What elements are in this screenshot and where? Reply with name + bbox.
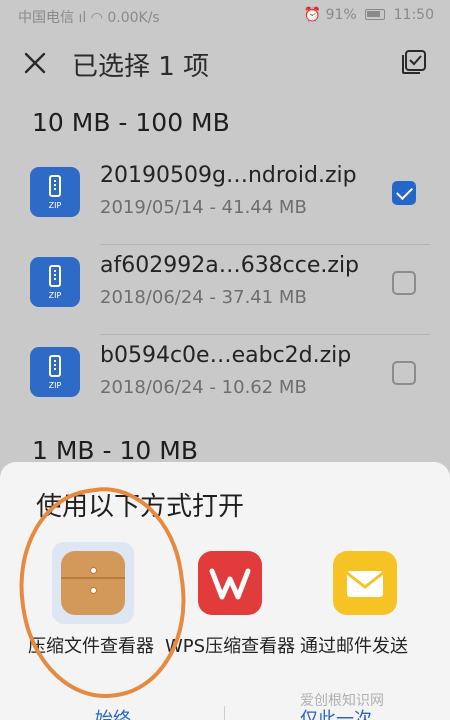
app-bar: 已选择 1 项 (0, 36, 450, 92)
wifi-icon: ◠ (90, 10, 103, 26)
file-checkbox[interactable] (392, 271, 416, 295)
close-icon[interactable] (20, 48, 50, 78)
zip-file-icon: ZIP (30, 167, 80, 217)
zip-label: ZIP (48, 291, 62, 300)
select-all-icon[interactable] (398, 46, 430, 78)
file-name: b0594c0e…eabc2d.zip (100, 343, 352, 368)
zip-label: ZIP (48, 381, 62, 390)
app-icon-wrap (324, 542, 406, 624)
always-button[interactable]: 始终 (95, 705, 131, 720)
file-row[interactable]: ZIP b0594c0e…eabc2d.zip 2018/06/24 - 10.… (0, 335, 450, 425)
file-meta: 2018/06/24 - 37.41 MB (100, 287, 307, 308)
status-left: 中国电信 ıl ◠ 0.00K/s (18, 7, 160, 27)
mail-icon (333, 551, 397, 615)
file-row[interactable]: ZIP 20190509g…ndroid.zip 2019/05/14 - 41… (0, 155, 450, 245)
file-meta: 2019/05/14 - 41.44 MB (100, 197, 307, 218)
file-checkbox[interactable] (392, 361, 416, 385)
wps-icon (198, 551, 262, 615)
group-header-1-10mb: 1 MB - 10 MB (32, 436, 198, 465)
group-header-10-100mb: 10 MB - 100 MB (32, 108, 230, 137)
alarm-icon: ⏰ (303, 7, 322, 23)
network-speed: 0.00K/s (107, 10, 160, 26)
app-label: WPS压缩查看器 (165, 636, 296, 657)
file-meta: 2018/06/24 - 10.62 MB (100, 377, 307, 398)
file-name: 20190509g…ndroid.zip (100, 163, 357, 188)
zip-file-icon: ZIP (30, 257, 80, 307)
file-name: af602992a…638cce.zip (100, 253, 360, 278)
carrier-label: 中国电信 (18, 10, 74, 26)
watermark-text: 爱创根知识网 (300, 693, 384, 709)
zip-label: ZIP (48, 201, 62, 210)
button-divider (224, 706, 225, 720)
app-label: 通过邮件发送 (300, 636, 408, 657)
status-right: ⏰ 91% 11:50 (304, 7, 434, 23)
file-row[interactable]: ZIP af602992a…638cce.zip 2018/06/24 - 37… (0, 245, 450, 335)
battery-percent: 91% (325, 7, 357, 23)
send-via-email[interactable]: 通过邮件发送 (300, 542, 430, 692)
zip-file-icon: ZIP (30, 347, 80, 397)
file-checkbox[interactable] (392, 181, 416, 205)
battery-icon (365, 9, 386, 20)
clock: 11:50 (393, 7, 434, 23)
status-bar: 中国电信 ıl ◠ 0.00K/s ⏰ 91% 11:50 (0, 0, 450, 32)
app-icon-wrap (189, 542, 271, 624)
signal-icon: ıl (78, 10, 87, 26)
page-title: 已选择 1 项 (72, 52, 210, 82)
